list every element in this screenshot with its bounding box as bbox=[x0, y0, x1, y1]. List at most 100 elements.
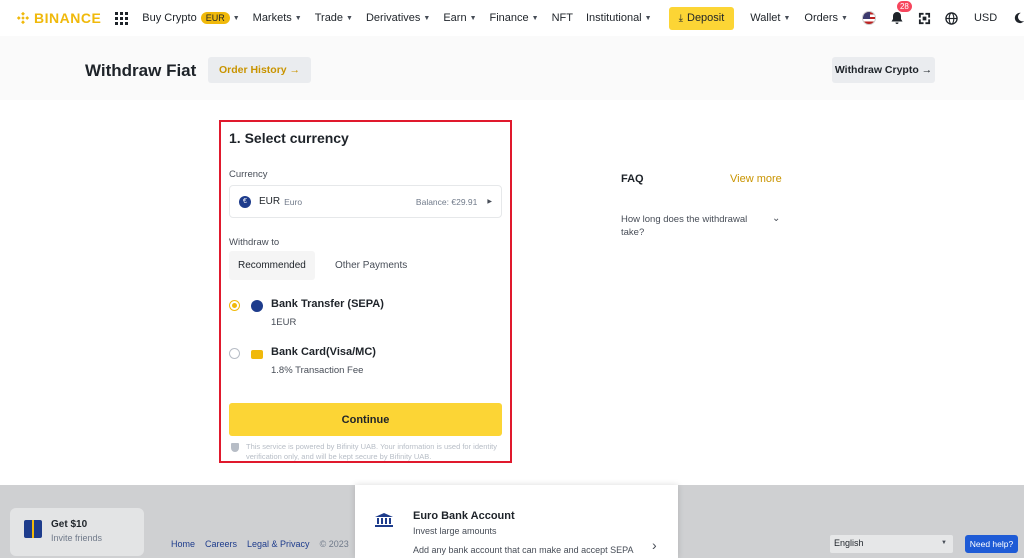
euro-bank-account-card[interactable]: Euro Bank Account Invest large amounts A… bbox=[355, 485, 678, 558]
copyright: © 2023 bbox=[319, 539, 349, 549]
tab-other-payments[interactable]: Other Payments bbox=[326, 251, 416, 280]
option-title: Bank Card(Visa/MC) bbox=[271, 346, 376, 358]
payment-option-sepa[interactable]: Bank Transfer (SEPA) 1EUR bbox=[229, 298, 499, 338]
currency-field-label: Currency bbox=[229, 169, 268, 180]
nav-item-earn[interactable]: Earn ▼ bbox=[443, 12, 476, 24]
binance-logo[interactable]: BINANCE bbox=[16, 10, 101, 26]
currency-code: EUR bbox=[259, 196, 281, 207]
footer-link-home[interactable]: Home bbox=[171, 539, 195, 549]
deposit-button[interactable]: ⤓ Deposit bbox=[668, 6, 735, 30]
sepa-icon bbox=[251, 300, 263, 312]
theme-toggle[interactable] bbox=[1013, 12, 1024, 24]
tab-recommended[interactable]: Recommended bbox=[229, 251, 315, 280]
gift-subtitle: Invite friends bbox=[51, 533, 103, 543]
balance-text: Balance: €29.91 bbox=[415, 196, 478, 207]
profile-avatar[interactable] bbox=[861, 11, 876, 25]
faq-question[interactable]: How long does the withdrawal take? bbox=[621, 213, 766, 239]
nav-item-derivatives[interactable]: Derivatives ▼ bbox=[366, 12, 430, 24]
popup-description: Add any bank account that can make and a… bbox=[413, 545, 634, 555]
form-heading: 1. Select currency bbox=[229, 130, 349, 146]
service-note-text: This service is powered by Bifinity UAB.… bbox=[246, 442, 497, 461]
nav-item-label: Trade bbox=[314, 12, 344, 24]
orders-menu[interactable]: Orders ▼ bbox=[804, 12, 848, 24]
caret-down-icon: ▼ bbox=[346, 14, 353, 22]
nav-item-markets[interactable]: Markets ▼ bbox=[253, 12, 302, 24]
currency-selector[interactable]: USD bbox=[974, 12, 997, 24]
option-fee: 1EUR bbox=[271, 317, 297, 328]
nav-item-label: Buy Crypto bbox=[142, 12, 197, 24]
bank-icon bbox=[375, 513, 393, 527]
nav-item-label: Institutional bbox=[585, 12, 642, 24]
currency-label: USD bbox=[973, 12, 998, 24]
order-history-button[interactable]: Order History → bbox=[208, 57, 311, 83]
wallet-menu[interactable]: Wallet ▼ bbox=[750, 12, 790, 24]
apps-grid-icon[interactable] bbox=[115, 11, 129, 25]
footer-link-legal[interactable]: Legal & Privacy bbox=[247, 539, 310, 549]
nav-item-trade[interactable]: Trade ▼ bbox=[315, 12, 353, 24]
qr-download-icon bbox=[918, 12, 931, 24]
select-currency-form: 1. Select currency Currency € EUR Euro B… bbox=[219, 120, 512, 463]
withdraw-crypto-button[interactable]: Withdraw Crypto → bbox=[832, 57, 935, 83]
popup-title: Euro Bank Account bbox=[413, 510, 515, 522]
radio-selected[interactable] bbox=[229, 300, 240, 311]
notification-count-badge: 28 bbox=[896, 1, 912, 12]
nav-item-finance[interactable]: Finance ▼ bbox=[490, 12, 539, 24]
main-content bbox=[0, 100, 1024, 485]
caret-down-icon: ▼ bbox=[941, 540, 947, 546]
service-note: This service is powered by Bifinity UAB.… bbox=[229, 442, 504, 461]
view-more-link[interactable]: View more bbox=[730, 173, 782, 185]
nav-item-label: Derivatives bbox=[365, 12, 421, 24]
download-app-button[interactable] bbox=[918, 12, 931, 25]
currency-select[interactable]: € EUR Euro Balance: €29.91 ▶ bbox=[229, 185, 502, 218]
radio-unselected[interactable] bbox=[229, 348, 240, 359]
gift-title: Get $10 bbox=[51, 519, 88, 530]
invite-friends-card[interactable]: Get $10 Invite friends bbox=[10, 508, 144, 556]
caret-down-icon: ▼ bbox=[841, 14, 848, 22]
deposit-label: Deposit bbox=[687, 12, 725, 24]
binance-logo-icon bbox=[16, 11, 30, 25]
top-navbar: BINANCE Buy Crypto EUR ▼ Markets ▼ Trade… bbox=[0, 0, 1024, 36]
eur-badge: EUR bbox=[200, 12, 230, 24]
payment-option-card[interactable]: Bank Card(Visa/MC) 1.8% Transaction Fee bbox=[229, 346, 499, 386]
us-flag-icon bbox=[861, 11, 876, 25]
gift-icon bbox=[24, 520, 42, 538]
footer-links: Home Careers Legal & Privacy © 2023 bbox=[171, 539, 359, 549]
nav-item-label: NFT bbox=[551, 12, 573, 24]
footer-link-careers[interactable]: Careers bbox=[205, 539, 237, 549]
faq-title: FAQ bbox=[621, 173, 644, 185]
caret-down-icon: ▼ bbox=[783, 14, 791, 22]
language-select[interactable]: English ▼ bbox=[830, 535, 953, 553]
globe-icon bbox=[945, 11, 958, 25]
moon-icon bbox=[1015, 12, 1024, 24]
caret-down-icon: ▼ bbox=[644, 14, 652, 22]
euro-coin-icon: € bbox=[239, 195, 251, 208]
caret-down-icon: ▼ bbox=[531, 14, 539, 22]
language-label: English bbox=[834, 538, 864, 548]
popup-subtitle: Invest large amounts bbox=[413, 526, 497, 536]
nav-item-buy-crypto[interactable]: Buy Crypto EUR ▼ bbox=[142, 12, 240, 24]
card-icon bbox=[251, 350, 263, 359]
nav-item-institutional[interactable]: Institutional ▼ bbox=[586, 12, 652, 24]
option-title: Bank Transfer (SEPA) bbox=[271, 298, 384, 310]
chevron-right-icon[interactable]: › bbox=[652, 537, 657, 553]
nav-item-nft[interactable]: NFT bbox=[552, 12, 573, 24]
caret-down-icon: ▼ bbox=[294, 14, 302, 22]
continue-button[interactable]: Continue bbox=[229, 403, 502, 436]
chevron-down-icon[interactable]: ⌄ bbox=[772, 213, 780, 224]
caret-down-icon: ▼ bbox=[232, 14, 240, 22]
caret-down-icon: ▼ bbox=[423, 14, 431, 22]
nav-item-label: Finance bbox=[489, 12, 529, 24]
logo-text: BINANCE bbox=[34, 10, 102, 26]
caret-right-icon: ▶ bbox=[487, 199, 492, 205]
download-icon: ⤓ bbox=[678, 12, 683, 24]
need-help-button[interactable]: Need help? bbox=[965, 535, 1018, 553]
currency-name: Euro bbox=[284, 196, 303, 207]
language-globe-button[interactable] bbox=[945, 11, 958, 25]
nav-item-label: Earn bbox=[443, 12, 467, 24]
caret-down-icon: ▼ bbox=[469, 14, 477, 22]
nav-item-label: Markets bbox=[252, 12, 292, 24]
shield-icon bbox=[231, 443, 239, 452]
notifications-button[interactable]: 28 bbox=[890, 1, 912, 25]
orders-label: Orders bbox=[804, 12, 839, 24]
page-title: Withdraw Fiat bbox=[85, 61, 197, 80]
